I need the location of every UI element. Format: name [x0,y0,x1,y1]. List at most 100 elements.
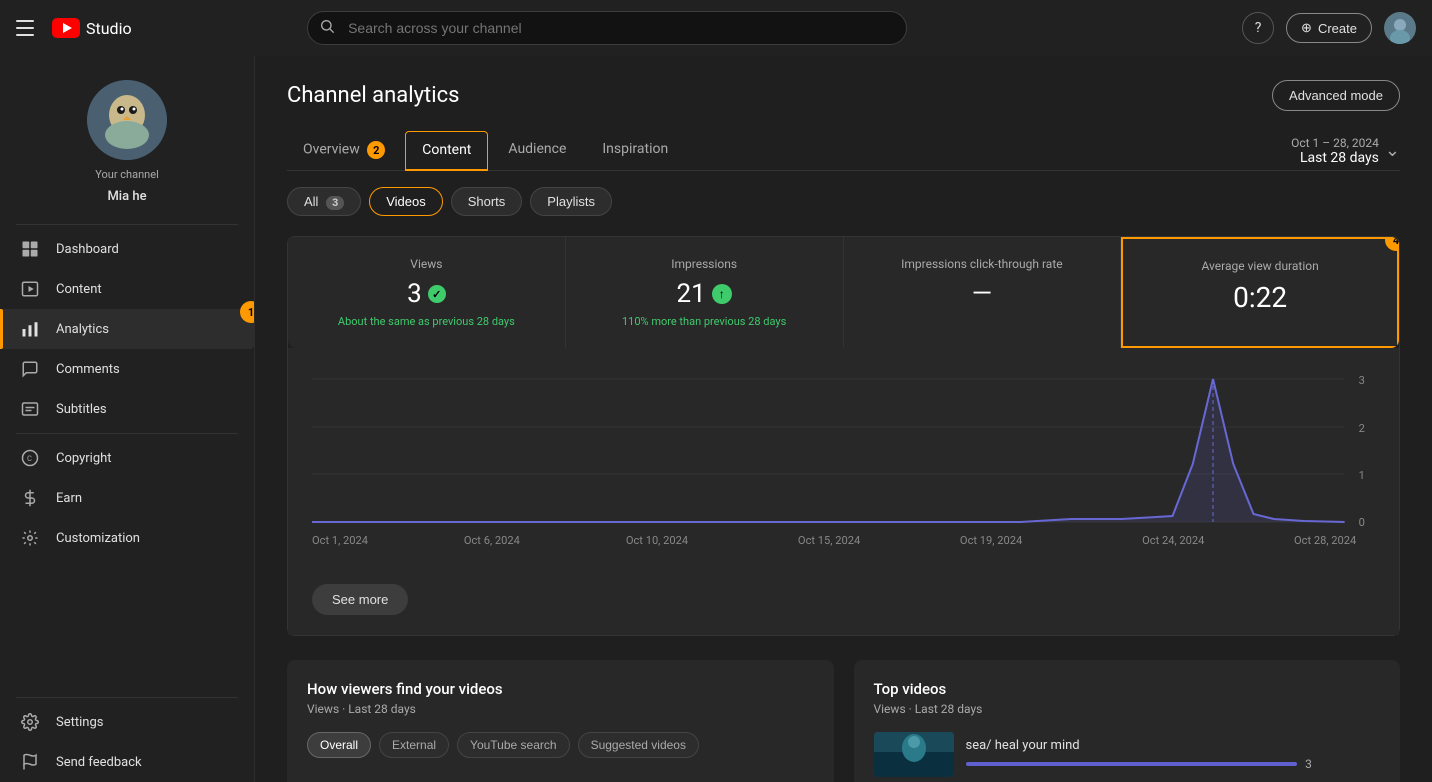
channel-avatar-image [87,80,167,160]
sidebar-item-feedback[interactable]: Send feedback [0,742,254,782]
metric-impressions-note: 110% more than previous 28 days [586,315,823,328]
studio-label: Studio [86,19,132,38]
sidebar-item-content[interactable]: Content [0,269,254,309]
sidebar-item-copyright[interactable]: C Copyright [0,438,254,478]
viewers-filter-row: Overall External YouTube search Suggeste… [307,732,814,758]
metric-views[interactable]: Views 3 ✓ About the same as previous 28 … [288,237,566,348]
top-videos-subtitle: Views · Last 28 days [874,702,1381,716]
search-input[interactable] [307,11,907,45]
step-4-badge: 4 [1385,237,1399,251]
customization-icon [20,528,40,548]
channel-avatar[interactable] [87,80,167,160]
date-range[interactable]: Oct 1 – 28, 2024 Last 28 days ⌄ [1291,136,1400,166]
svg-text:Oct 15, 2024: Oct 15, 2024 [798,534,860,547]
youtube-logo-icon [52,18,80,38]
viewers-filter-suggested[interactable]: Suggested videos [578,732,699,758]
page-title: Channel analytics [287,83,459,108]
content-area: Channel analytics Advanced mode Overview… [255,56,1432,782]
sidebar-item-label-settings: Settings [56,715,234,730]
sidebar-item-label-customization: Customization [56,531,234,546]
logo-area[interactable]: Studio [52,18,132,38]
viewers-filter-overall[interactable]: Overall [307,732,371,758]
avatar[interactable] [1384,12,1416,44]
sidebar-divider-top [16,224,238,225]
filter-all-button[interactable]: All 3 [287,187,361,216]
tab-inspiration[interactable]: Inspiration [586,131,684,171]
tab-overview[interactable]: Overview 2 [287,131,401,171]
channel-name: Mia he [107,189,146,204]
sidebar-item-label-earn: Earn [56,491,234,506]
tab-overview-label: Overview [303,142,360,158]
filter-all-badge: 3 [326,196,344,210]
sidebar-item-label-content: Content [56,282,234,297]
search-bar [307,11,907,45]
top-video-item-0[interactable]: sea/ heal your mind 3 [874,732,1381,777]
metrics-row: Views 3 ✓ About the same as previous 28 … [288,237,1399,348]
views-check-icon: ✓ [428,285,446,303]
svg-text:Oct 1, 2024: Oct 1, 2024 [312,534,368,547]
svg-text:1: 1 [1359,469,1365,482]
sidebar-divider-mid [16,433,238,434]
sidebar-divider-bottom [16,697,238,698]
sidebar-item-label-comments: Comments [56,362,234,377]
viewers-filter-youtube-search[interactable]: YouTube search [457,732,570,758]
top-video-info: sea/ heal your mind 3 [966,738,1381,771]
metric-ctr[interactable]: Impressions click-through rate — [844,237,1122,348]
chart-section: 3 2 1 0 Oct 1, 2024 [288,348,1399,635]
sidebar-item-label-dashboard: Dashboard [56,242,234,257]
filter-playlists-label: Playlists [547,194,595,209]
create-button[interactable]: ⊕ Create [1286,13,1372,43]
tab-audience[interactable]: Audience [492,131,582,171]
sidebar-item-settings[interactable]: Settings [0,702,254,742]
content-icon [20,279,40,299]
svg-text:3: 3 [1359,374,1365,387]
chevron-down-icon: ⌄ [1385,140,1400,161]
topnav-left: Studio [16,16,132,40]
see-more-button[interactable]: See more [312,584,408,615]
metric-ctr-value: — [864,279,1101,309]
top-video-title-text: sea/ heal your mind [966,738,1381,753]
tab-content[interactable]: Content [405,131,488,171]
sidebar-bottom: Settings Send feedback [0,693,254,782]
filter-shorts-button[interactable]: Shorts [451,187,523,216]
bottom-cards: How viewers find your videos Views · Las… [287,660,1400,782]
sidebar-item-customization[interactable]: Customization [0,518,254,558]
svg-text:Oct 24, 2024: Oct 24, 2024 [1142,534,1204,547]
metric-avg-duration-value: 0:22 [1143,281,1377,314]
top-video-bar [966,762,1298,766]
analytics-panel: Views 3 ✓ About the same as previous 28 … [287,236,1400,636]
channel-section: Your channel Mia he [0,56,254,220]
page-header: Channel analytics Advanced mode [287,80,1400,111]
metric-views-value: 3 ✓ [308,279,545,309]
filter-videos-button[interactable]: Videos [369,187,443,216]
earn-icon [20,488,40,508]
filter-all-label: All [304,194,318,209]
sidebar-item-analytics[interactable]: Analytics 1 [0,309,254,349]
tab-content-label: Content [422,142,471,158]
top-videos-card: Top videos Views · Last 28 days sea/ hea… [854,660,1401,782]
filter-row: All 3 Videos Shorts Playlists [287,187,1400,216]
viewers-card-subtitle: Views · Last 28 days [307,702,814,716]
metric-avg-duration[interactable]: 4 Average view duration 0:22 [1121,237,1399,348]
sidebar-item-dashboard[interactable]: Dashboard [0,229,254,269]
analytics-icon [20,319,40,339]
help-button[interactable]: ? [1242,12,1274,44]
top-video-thumbnail [874,732,954,777]
viewers-filter-external[interactable]: External [379,732,449,758]
topnav-right: ? ⊕ Create [1242,12,1416,44]
tabs-row: Overview 2 Content Audience Inspiration [287,131,1400,171]
sidebar-item-earn[interactable]: Earn [0,478,254,518]
metric-impressions-label: Impressions [586,257,823,271]
filter-playlists-button[interactable]: Playlists [530,187,612,216]
copyright-icon: C [20,448,40,468]
search-icon [319,18,335,38]
metric-impressions[interactable]: Impressions 21 ↑ 110% more than previous… [566,237,844,348]
step-1-badge: 1 [240,301,255,323]
sidebar-item-comments[interactable]: Comments [0,349,254,389]
menu-icon[interactable] [16,16,40,40]
sidebar-item-subtitles[interactable]: Subtitles [0,389,254,429]
viewers-card: How viewers find your videos Views · Las… [287,660,834,782]
advanced-mode-button[interactable]: Advanced mode [1272,80,1400,111]
metric-views-label: Views [308,257,545,271]
sidebar-item-label-feedback: Send feedback [56,755,234,770]
